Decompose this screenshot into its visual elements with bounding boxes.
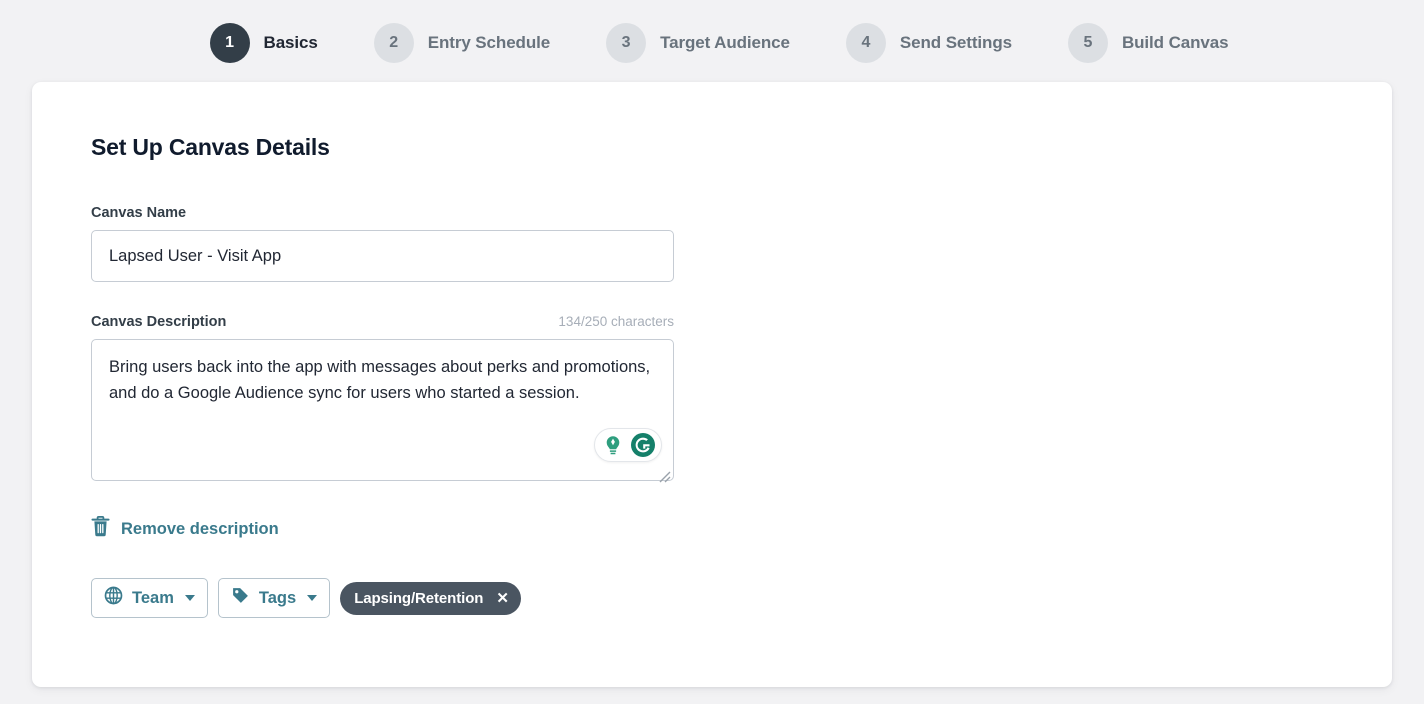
canvas-description-label-row: Canvas Description 134/250 characters — [91, 314, 674, 330]
lightbulb-icon[interactable] — [600, 432, 626, 458]
globe-icon — [104, 586, 123, 610]
step-4-send-settings[interactable]: 4 Send Settings — [845, 23, 1012, 63]
step-2-label: Entry Schedule — [427, 33, 551, 52]
page-title: Set Up Canvas Details — [91, 134, 330, 160]
step-1-label: Basics — [263, 33, 318, 52]
step-5-number: 5 — [1067, 23, 1108, 63]
team-button-label: Team — [132, 588, 174, 607]
tag-chip-label: Lapsing/Retention — [354, 589, 484, 607]
step-4-number: 4 — [845, 23, 886, 63]
canvas-name-input[interactable] — [91, 230, 674, 282]
tags-dropdown-button[interactable]: Tags — [217, 578, 331, 618]
step-2-number: 2 — [373, 23, 414, 63]
canvas-details-card: Set Up Canvas Details Canvas Name Canvas… — [32, 82, 1392, 687]
close-icon[interactable]: ✕ — [496, 591, 509, 606]
step-4-label: Send Settings — [899, 33, 1012, 52]
tag-icon — [231, 586, 250, 610]
canvas-description-wrapper — [91, 339, 674, 486]
step-3-number: 3 — [606, 23, 647, 63]
chevron-down-icon — [184, 595, 195, 601]
trash-icon — [91, 516, 110, 542]
step-1-basics[interactable]: 1 Basics — [209, 23, 318, 63]
wizard-stepper: 1 Basics 2 Entry Schedule 3 Target Audie… — [0, 0, 1424, 86]
step-1-number: 1 — [209, 23, 250, 63]
step-2-entry-schedule[interactable]: 2 Entry Schedule — [373, 23, 551, 63]
grammarly-icon[interactable] — [630, 432, 656, 458]
remove-description-button[interactable]: Remove description — [91, 516, 306, 542]
step-3-target-audience[interactable]: 3 Target Audience — [606, 23, 790, 63]
step-5-build-canvas[interactable]: 5 Build Canvas — [1067, 23, 1229, 63]
team-dropdown-button[interactable]: Team — [91, 578, 208, 618]
remove-description-label: Remove description — [121, 519, 279, 538]
canvas-description-label: Canvas Description — [91, 314, 227, 330]
canvas-name-label: Canvas Name — [91, 205, 187, 221]
writing-assistant-pill[interactable] — [594, 428, 662, 462]
character-counter: 134/250 characters — [558, 314, 674, 329]
metadata-controls-row: Team Tags Lapsing/Retention ✕ — [91, 578, 1392, 618]
chevron-down-icon — [307, 595, 318, 601]
tag-chip[interactable]: Lapsing/Retention ✕ — [340, 581, 521, 615]
step-5-label: Build Canvas — [1121, 33, 1229, 52]
tags-button-label: Tags — [258, 588, 297, 607]
step-3-label: Target Audience — [660, 33, 790, 52]
canvas-description-textarea[interactable] — [91, 339, 674, 481]
